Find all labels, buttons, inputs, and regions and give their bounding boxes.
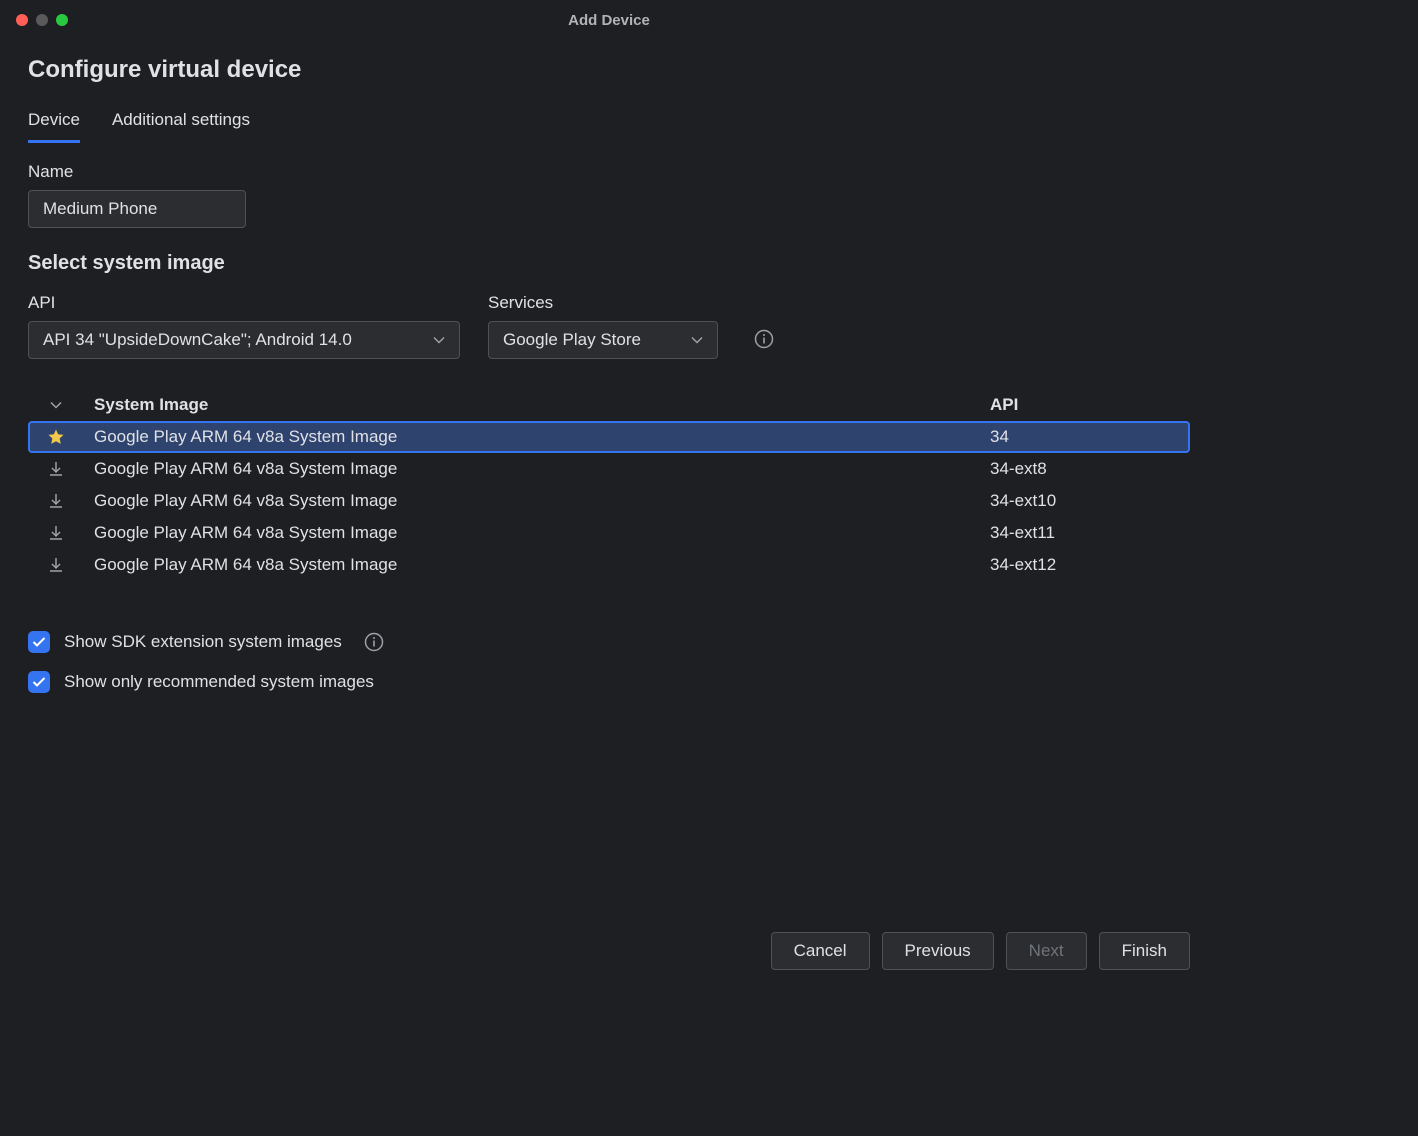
- table-row[interactable]: Google Play ARM 64 v8a System Image34-ex…: [28, 517, 1190, 549]
- tab-additional-settings[interactable]: Additional settings: [112, 104, 250, 143]
- window-minimize-button[interactable]: [36, 14, 48, 26]
- row-api: 34-ext12: [990, 555, 1180, 575]
- api-label: API: [28, 293, 460, 313]
- row-system-image: Google Play ARM 64 v8a System Image: [74, 523, 990, 543]
- checkbox-recommended[interactable]: [28, 671, 50, 693]
- row-system-image: Google Play ARM 64 v8a System Image: [74, 491, 990, 511]
- checkbox-recommended-label: Show only recommended system images: [64, 672, 374, 692]
- row-system-image: Google Play ARM 64 v8a System Image: [74, 459, 990, 479]
- chevron-down-icon: [691, 336, 703, 344]
- api-select-value: API 34 "UpsideDownCake"; Android 14.0: [43, 330, 352, 350]
- cancel-button[interactable]: Cancel: [771, 932, 870, 970]
- name-input[interactable]: [28, 190, 246, 228]
- services-select-value: Google Play Store: [503, 330, 641, 350]
- row-system-image: Google Play ARM 64 v8a System Image: [74, 555, 990, 575]
- table-row[interactable]: Google Play ARM 64 v8a System Image34: [28, 421, 1190, 453]
- api-select[interactable]: API 34 "UpsideDownCake"; Android 14.0: [28, 321, 460, 359]
- info-icon[interactable]: [754, 329, 774, 349]
- download-icon: [38, 557, 74, 573]
- checkbox-sdk-extension[interactable]: [28, 631, 50, 653]
- download-icon: [38, 525, 74, 541]
- table-row[interactable]: Google Play ARM 64 v8a System Image34-ex…: [28, 549, 1190, 581]
- row-api: 34-ext11: [990, 523, 1180, 543]
- table-row[interactable]: Google Play ARM 64 v8a System Image34-ex…: [28, 453, 1190, 485]
- window-close-button[interactable]: [16, 14, 28, 26]
- download-icon: [38, 493, 74, 509]
- next-button: Next: [1006, 932, 1087, 970]
- previous-button[interactable]: Previous: [882, 932, 994, 970]
- titlebar: Add Device: [0, 0, 1218, 40]
- download-icon: [38, 461, 74, 477]
- expand-toggle[interactable]: [38, 401, 74, 409]
- col-header-system-image: System Image: [74, 395, 990, 415]
- services-label: Services: [488, 293, 718, 313]
- window-title: Add Device: [16, 12, 1202, 29]
- services-select[interactable]: Google Play Store: [488, 321, 718, 359]
- star-icon: [38, 428, 74, 446]
- section-heading: Select system image: [28, 252, 1190, 275]
- window-maximize-button[interactable]: [56, 14, 68, 26]
- chevron-down-icon: [433, 336, 445, 344]
- name-label: Name: [28, 162, 1190, 182]
- col-header-api: API: [990, 395, 1180, 415]
- checkbox-sdk-extension-label: Show SDK extension system images: [64, 632, 342, 652]
- row-api: 34: [990, 427, 1180, 447]
- page-heading: Configure virtual device: [28, 56, 1190, 84]
- finish-button[interactable]: Finish: [1099, 932, 1190, 970]
- table-header: System Image API: [28, 389, 1190, 421]
- row-api: 34-ext10: [990, 491, 1180, 511]
- row-system-image: Google Play ARM 64 v8a System Image: [74, 427, 990, 447]
- info-icon[interactable]: [364, 632, 384, 652]
- table-row[interactable]: Google Play ARM 64 v8a System Image34-ex…: [28, 485, 1190, 517]
- tab-device[interactable]: Device: [28, 104, 80, 143]
- row-api: 34-ext8: [990, 459, 1180, 479]
